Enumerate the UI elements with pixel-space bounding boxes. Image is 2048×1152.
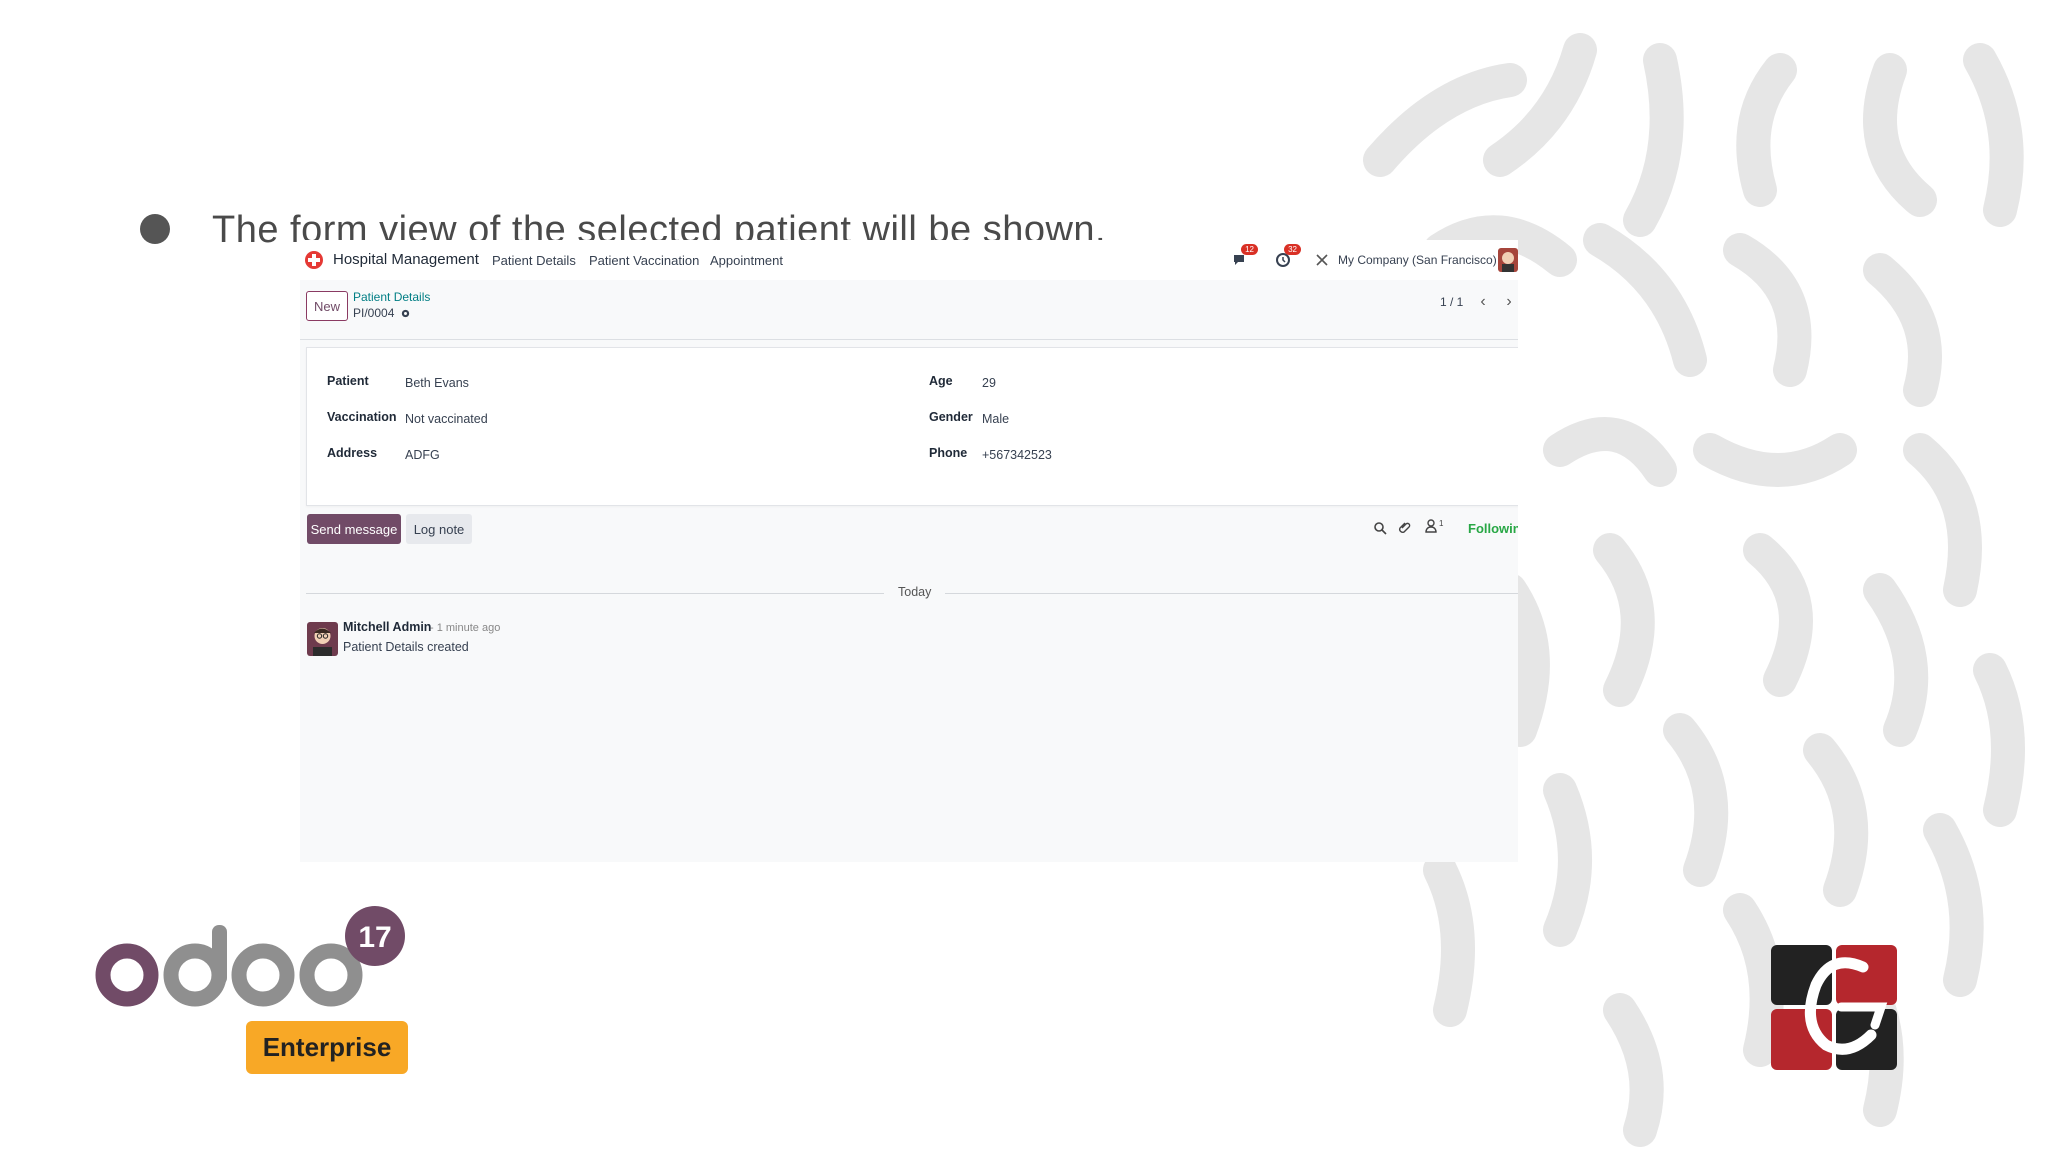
patient-label: Patient [327, 374, 369, 388]
menu-patient-details[interactable]: Patient Details [492, 253, 576, 268]
address-label: Address [327, 446, 378, 460]
top-navbar: Hospital Management Patient Details Pati… [300, 240, 1518, 280]
record-reference: PI/0004 [353, 306, 395, 320]
gender-label: Gender [929, 410, 973, 424]
odoo-screenshot: Hospital Management Patient Details Pati… [300, 240, 1518, 862]
chevron-left-icon: ‹ [1480, 293, 1486, 310]
log-note-button[interactable]: Log note [406, 514, 472, 544]
menu-patient-vaccination[interactable]: Patient Vaccination [589, 253, 699, 268]
user-avatar[interactable] [1498, 248, 1518, 272]
company-logo [1771, 945, 1897, 1070]
menu-appointment[interactable]: Appointment [710, 253, 783, 268]
form-sheet: Patient Beth Evans Vaccination Not vacci… [306, 347, 1518, 506]
send-message-button[interactable]: Send message [307, 514, 401, 544]
search-icon[interactable] [1373, 521, 1387, 535]
vaccination-label: Vaccination [327, 410, 397, 424]
hospital-cross-icon[interactable] [304, 250, 324, 270]
activities-badge: 32 [1284, 244, 1301, 255]
followers-button[interactable]: 1 [1424, 519, 1443, 533]
pager-value[interactable]: 1 / 1 [1440, 295, 1463, 309]
tools-icon [1316, 254, 1328, 266]
chevron-right-icon: › [1506, 293, 1512, 310]
following-button[interactable]: Following [1468, 521, 1518, 536]
company-logo-icon [1771, 945, 1897, 1070]
breadcrumb-current: PI/0004 [353, 306, 411, 320]
odoo-wordmark-icon: 17 [95, 906, 405, 1007]
message-author[interactable]: Mitchell Admin [343, 620, 431, 634]
followers-count: 1 [1439, 519, 1444, 528]
new-button[interactable]: New [306, 291, 348, 321]
address-field[interactable]: ADFG [405, 448, 440, 462]
phone-label: Phone [929, 446, 968, 460]
company-switcher[interactable]: My Company (San Francisco) [1338, 253, 1497, 267]
bullet-icon [140, 214, 170, 244]
age-field[interactable]: 29 [982, 376, 996, 390]
pager-next-button[interactable]: › [1498, 290, 1518, 314]
separator-line-left [306, 593, 884, 594]
gender-field[interactable]: Male [982, 412, 1009, 426]
control-panel-divider [300, 339, 1518, 340]
vaccination-field[interactable]: Not vaccinated [405, 412, 488, 426]
author-avatar[interactable] [307, 622, 338, 656]
paperclip-icon[interactable] [1398, 521, 1412, 535]
debug-button[interactable] [1312, 248, 1332, 272]
gear-icon[interactable] [400, 308, 411, 319]
enterprise-badge: Enterprise [246, 1021, 408, 1074]
user-icon [1425, 519, 1437, 533]
messages-button[interactable]: 12 [1230, 244, 1258, 272]
odoo-version: 17 [358, 921, 391, 954]
message-body: Patient Details created [343, 640, 469, 654]
app-name[interactable]: Hospital Management [333, 251, 479, 268]
breadcrumb-parent[interactable]: Patient Details [353, 290, 430, 304]
messages-badge: 12 [1241, 244, 1258, 255]
patient-field[interactable]: Beth Evans [405, 376, 469, 390]
activities-button[interactable]: 32 [1273, 244, 1301, 272]
pager-previous-button[interactable]: ‹ [1472, 290, 1494, 314]
separator-line-right [945, 593, 1518, 594]
date-separator: Today [898, 585, 932, 599]
message-time: - 1 minute ago [430, 622, 501, 634]
phone-field[interactable]: +567342523 [982, 448, 1052, 462]
age-label: Age [929, 374, 953, 388]
